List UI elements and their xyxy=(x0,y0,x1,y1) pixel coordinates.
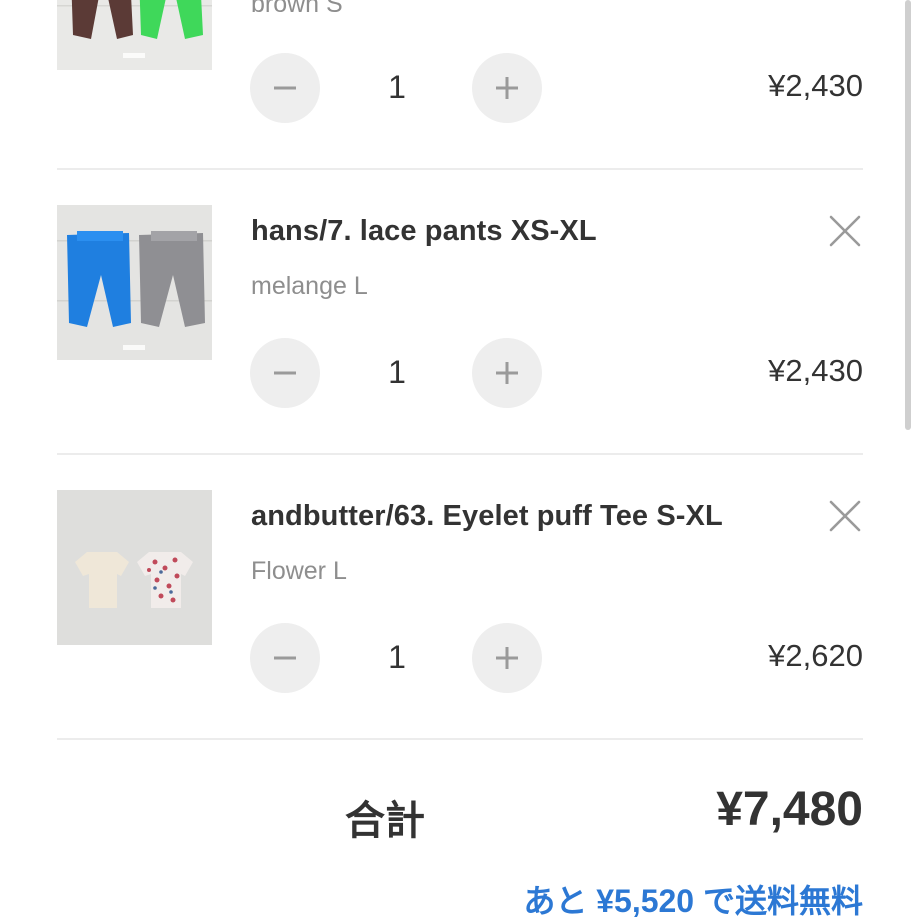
minus-icon xyxy=(274,371,296,375)
cart-item: hans/7. lace pants XS-XL melange L 1 ¥2,… xyxy=(57,170,863,455)
minus-icon xyxy=(274,86,296,90)
product-thumbnail[interactable] xyxy=(57,205,212,360)
decrease-quantity-button[interactable] xyxy=(250,53,320,123)
cart-item: andbutter/63. Eyelet puff Tee S-XL Flowe… xyxy=(57,455,863,740)
decrease-quantity-button[interactable] xyxy=(250,338,320,408)
plus-icon xyxy=(496,77,518,99)
item-variant: Flower L xyxy=(251,557,347,585)
close-icon xyxy=(829,500,861,532)
decrease-quantity-button[interactable] xyxy=(250,623,320,693)
product-image xyxy=(57,0,212,70)
item-name[interactable]: andbutter/63. Eyelet puff Tee S-XL xyxy=(251,500,723,533)
plus-icon xyxy=(496,362,518,384)
free-shipping-message: あと ¥5,520 で送料無料 xyxy=(523,883,863,919)
total-amount: ¥7,480 xyxy=(716,783,863,836)
quantity-value: 1 xyxy=(388,639,406,675)
product-thumbnail[interactable] xyxy=(57,490,212,645)
increase-quantity-button[interactable] xyxy=(472,338,542,408)
product-image xyxy=(57,205,212,360)
product-thumbnail[interactable] xyxy=(57,0,212,70)
minus-icon xyxy=(274,656,296,660)
item-variant: melange L xyxy=(251,272,368,300)
quantity-value: 1 xyxy=(388,69,406,105)
item-price: ¥2,430 xyxy=(768,68,863,103)
increase-quantity-button[interactable] xyxy=(472,623,542,693)
scrollbar[interactable] xyxy=(905,0,911,430)
item-price: ¥2,620 xyxy=(768,638,863,673)
item-price: ¥2,430 xyxy=(768,353,863,388)
item-name[interactable]: hans/7. lace pants XS-XL xyxy=(251,215,597,248)
remove-item-button[interactable] xyxy=(827,213,863,249)
cart-list: brown S 1 ¥2,430 hans/7. lace pants XS-X… xyxy=(0,0,920,920)
remove-item-button[interactable] xyxy=(827,498,863,534)
item-variant: brown S xyxy=(251,0,343,18)
product-image xyxy=(57,490,212,645)
increase-quantity-button[interactable] xyxy=(472,53,542,123)
quantity-value: 1 xyxy=(388,354,406,390)
total-label: 合計 xyxy=(345,799,425,843)
close-icon xyxy=(829,215,861,247)
cart-item: brown S 1 ¥2,430 xyxy=(57,0,863,170)
plus-icon xyxy=(496,647,518,669)
